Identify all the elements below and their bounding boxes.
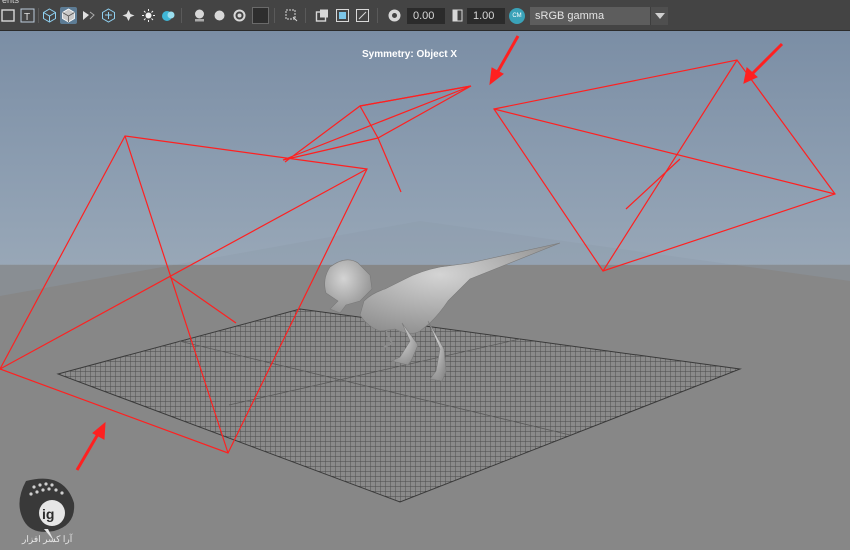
gamma-field[interactable]: 1.00 (467, 8, 505, 24)
camera-frustum-top[interactable] (282, 85, 472, 193)
watermark-text: آرا کسر افزار (22, 534, 73, 544)
ambient-occlusion-icon[interactable] (160, 7, 177, 24)
maya-viewport-window: ents T 0.00 1.00 CM sRGB gamma Symmetry:… (0, 0, 850, 550)
text-icon[interactable]: T (19, 7, 36, 24)
gamma-icon[interactable] (449, 7, 466, 24)
shadows-icon[interactable] (140, 7, 157, 24)
colorspace-value: sRGB gamma (535, 10, 605, 22)
resolution-gate-icon[interactable] (314, 7, 331, 24)
3d-viewport[interactable]: Symmetry: Object X ig آرا کسر افزار (0, 31, 850, 550)
annotation-arrow-right (743, 42, 784, 84)
colorspace-dropdown[interactable]: sRGB gamma (530, 7, 668, 25)
wireframe-cube-icon[interactable] (41, 7, 58, 24)
backface-icon[interactable] (80, 7, 97, 24)
camera-gate-icon[interactable] (354, 7, 371, 24)
exposure-icon[interactable] (386, 7, 403, 24)
xray-joints-icon[interactable] (283, 7, 300, 24)
panel-menu-fragment[interactable]: ents (2, 0, 19, 5)
safe-action-icon[interactable] (334, 7, 351, 24)
svg-text:T: T (24, 12, 30, 23)
svg-text:ig: ig (42, 506, 54, 522)
antialias-icon[interactable] (211, 7, 228, 24)
exposure-field[interactable]: 0.00 (407, 8, 445, 24)
dropdown-caret-icon[interactable] (650, 7, 668, 25)
symmetry-label: Symmetry: Object X (362, 49, 458, 60)
lights-icon[interactable] (120, 7, 137, 24)
motion-blur-icon[interactable] (191, 7, 208, 24)
isolate-select-icon[interactable] (252, 7, 269, 24)
grid-icon[interactable] (0, 7, 17, 24)
scene-canvas (0, 35, 850, 550)
color-management-icon[interactable]: CM (509, 8, 525, 24)
textures-icon[interactable] (231, 7, 248, 24)
shaded-cube-icon[interactable] (60, 7, 77, 24)
viewport-toolbar: ents T 0.00 1.00 CM sRGB gamma (0, 0, 850, 31)
annotation-arrow-top (489, 35, 520, 86)
xray-icon[interactable] (100, 7, 117, 24)
